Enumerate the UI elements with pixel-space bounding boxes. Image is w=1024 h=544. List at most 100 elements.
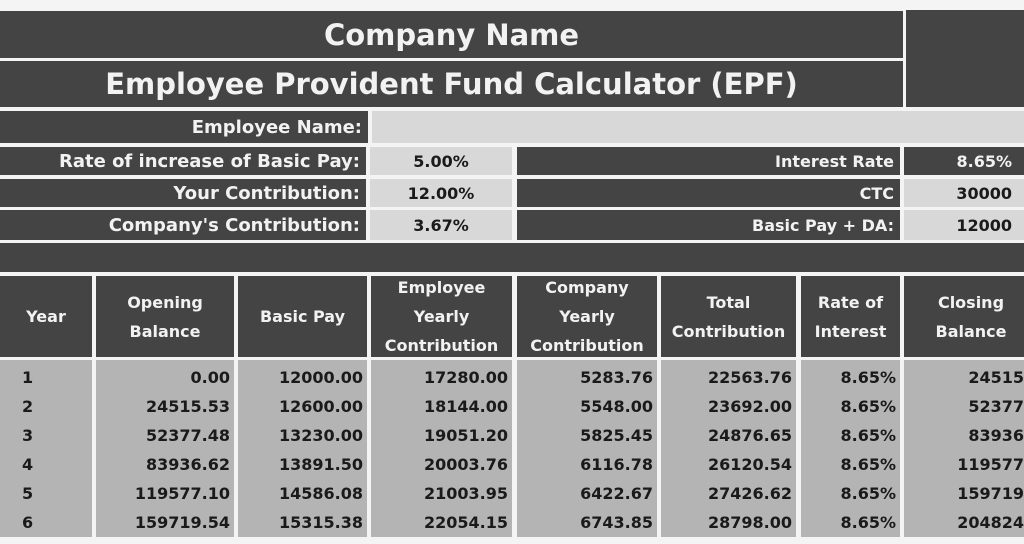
cell-company: 6743.85 <box>580 513 653 532</box>
header-text: Rate of <box>817 292 884 312</box>
header-employee-yearly-contribution: Employee Yearly Contribution <box>371 276 512 357</box>
cell-total: 22563.76 <box>707 368 792 387</box>
cell-basic: 12000.00 <box>278 368 363 387</box>
cell-closing: 119577 <box>957 455 1024 474</box>
cell-year: 6 <box>22 513 34 532</box>
cell-basic: 13230.00 <box>278 426 363 445</box>
cell-closing: 83936 <box>968 426 1024 445</box>
cell-employee: 21003.95 <box>423 484 508 503</box>
company-name-text: Company Name <box>323 17 580 52</box>
header-text: Employee <box>397 278 486 297</box>
company-name-title: Company Name <box>0 11 903 58</box>
cell-total: 28798.00 <box>707 513 792 532</box>
cell-opening: 119577.10 <box>134 484 230 503</box>
column-closing-balance: 24515 52377 83936 119577 159719 204824 <box>904 360 1024 537</box>
section-divider <box>0 243 1024 272</box>
cell-company: 5825.45 <box>580 426 653 445</box>
cell-opening: 0.00 <box>190 368 230 387</box>
header-year-text: Year <box>26 307 66 326</box>
header-text: Balance <box>935 321 1007 341</box>
cell-closing: 204824 <box>957 513 1024 532</box>
company-contribution-label: Company's Contribution: <box>0 210 366 240</box>
cell-opening: 83936.62 <box>145 455 230 474</box>
cell-rate: 8.65% <box>840 513 896 532</box>
cell-rate: 8.65% <box>840 455 896 474</box>
column-company-yearly: 5283.76 5548.00 5825.45 6116.78 6422.67 6743.… <box>517 360 657 537</box>
company-contribution-value[interactable]: 3.67% <box>370 210 512 240</box>
header-text: Basic Pay <box>259 307 346 326</box>
cell-employee: 22054.15 <box>423 513 508 532</box>
header-year: Year <box>0 276 92 357</box>
employee-name-input[interactable] <box>372 111 1024 143</box>
header-text: Yearly <box>413 307 470 326</box>
rate-increase-label: Rate of increase of Basic Pay: <box>0 147 366 175</box>
cell-closing: 24515 <box>968 368 1024 387</box>
cell-year: 1 <box>22 368 34 387</box>
header-opening-balance: Opening Balance <box>96 276 234 357</box>
column-rate-of-interest: 8.65% 8.65% 8.65% 8.65% 8.65% 8.65% <box>801 360 900 537</box>
cell-year: 5 <box>22 484 34 503</box>
cell-company: 5548.00 <box>580 397 653 416</box>
header-closing-balance: Closing Balance <box>904 276 1024 357</box>
rate-increase-value[interactable]: 5.00% <box>370 147 512 175</box>
header-text: Contribution <box>671 321 786 341</box>
your-contribution-label: Your Contribution: <box>0 179 366 207</box>
ctc-label: CTC <box>517 179 900 207</box>
interest-rate-label: Interest Rate <box>517 147 900 175</box>
ctc-value[interactable]: 30000 <box>904 179 1024 207</box>
cell-opening: 52377.48 <box>145 426 230 445</box>
header-text: Interest <box>814 321 887 341</box>
employee-name-field[interactable] <box>372 111 1024 143</box>
title-side-block <box>906 10 1024 107</box>
cell-basic: 13891.50 <box>278 455 363 474</box>
cell-employee: 19051.20 <box>423 426 508 445</box>
cell-year: 4 <box>22 455 34 474</box>
cell-rate: 8.65% <box>840 484 896 503</box>
cell-closing: 159719 <box>957 484 1024 503</box>
cell-company: 6116.78 <box>580 455 653 474</box>
header-text: Opening <box>127 292 203 312</box>
header-text: Contribution <box>384 336 499 355</box>
column-total-contribution: 22563.76 23692.00 24876.65 26120.54 27426.62… <box>661 360 796 537</box>
header-rate-of-interest: Rate of Interest <box>801 276 900 357</box>
basic-pay-da-value[interactable]: 12000 <box>904 210 1024 240</box>
header-text: Company <box>545 278 629 297</box>
header-company-yearly-contribution: Company Yearly Contribution <box>517 276 657 357</box>
cell-closing: 52377 <box>968 397 1024 416</box>
calculator-title: Employee Provident Fund Calculator (EPF) <box>0 61 903 107</box>
column-year: 1 2 3 4 5 6 <box>0 360 92 537</box>
header-text: Total <box>706 292 751 312</box>
header-total-contribution: Total Contribution <box>661 276 796 357</box>
column-opening-balance: 0.00 24515.53 52377.48 83936.62 119577.10 159… <box>96 360 234 537</box>
cell-rate: 8.65% <box>840 397 896 416</box>
header-text: Closing <box>937 292 1005 312</box>
cell-employee: 18144.00 <box>423 397 508 416</box>
cell-total: 27426.62 <box>707 484 792 503</box>
header-text: Yearly <box>559 307 615 326</box>
cell-basic: 14586.08 <box>278 484 363 503</box>
your-contribution-value[interactable]: 12.00% <box>370 179 512 207</box>
cell-total: 24876.65 <box>707 426 792 445</box>
column-basic-pay: 12000.00 12600.00 13230.00 13891.50 14586.08… <box>238 360 367 537</box>
cell-total: 23692.00 <box>707 397 792 416</box>
cell-employee: 20003.76 <box>423 455 508 474</box>
cell-employee: 17280.00 <box>423 368 508 387</box>
interest-rate-value[interactable]: 8.65% <box>904 147 1024 175</box>
cell-rate: 8.65% <box>840 426 896 445</box>
header-text: Balance <box>129 321 201 341</box>
basic-pay-da-label: Basic Pay + DA: <box>517 210 900 240</box>
cell-basic: 12600.00 <box>278 397 363 416</box>
cell-year: 2 <box>22 397 34 416</box>
header-text: Contribution <box>530 336 644 355</box>
employee-name-label: Employee Name: <box>0 111 368 143</box>
cell-opening: 24515.53 <box>145 397 230 416</box>
cell-total: 26120.54 <box>707 455 792 474</box>
cell-rate: 8.65% <box>840 368 896 387</box>
cell-year: 3 <box>22 426 34 445</box>
cell-company: 6422.67 <box>580 484 653 503</box>
calculator-title-text: Employee Provident Fund Calculator (EPF) <box>105 67 798 101</box>
cell-opening: 159719.54 <box>134 513 230 532</box>
cell-company: 5283.76 <box>580 368 653 387</box>
header-basic-pay: Basic Pay <box>238 276 367 357</box>
cell-basic: 15315.38 <box>278 513 363 532</box>
